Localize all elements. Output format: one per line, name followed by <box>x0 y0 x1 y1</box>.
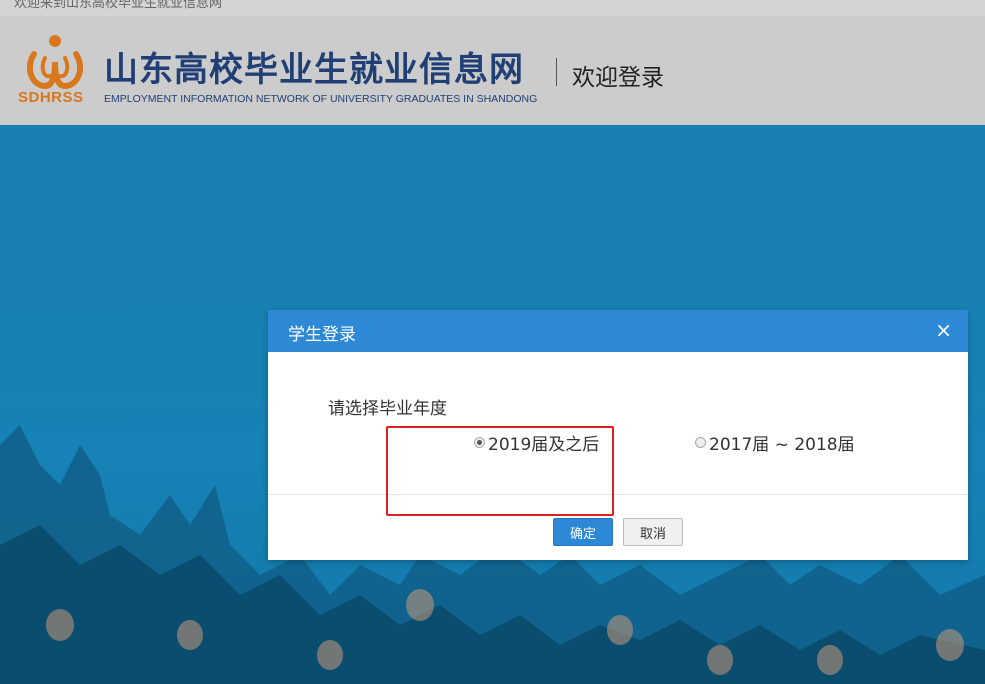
logo-text: SDHRSS <box>18 89 84 106</box>
radio-option-2017-2018[interactable]: 2017届 ~ 2018届 <box>695 430 855 455</box>
radio-unchecked-icon[interactable] <box>695 437 706 448</box>
graduation-year-prompt: 请选择毕业年度 <box>328 399 447 419</box>
student-login-dialog: 学生登录 × 请选择毕业年度 2019届及之后 2017届 ~ 2018届 确定… <box>268 310 968 560</box>
close-icon[interactable]: × <box>935 318 952 342</box>
radio-option-2019-and-later[interactable]: 2019届及之后 <box>474 430 599 455</box>
welcome-text: 欢迎登录 <box>572 65 664 91</box>
site-header: SDHRSS 山东高校毕业生就业信息网 EMPLOYMENT INFORMATI… <box>0 16 985 125</box>
confirm-button[interactable]: 确定 <box>553 518 613 546</box>
top-strip: 欢迎来到山东高校毕业生就业信息网 <box>0 0 985 16</box>
dialog-title: 学生登录 <box>288 325 356 345</box>
radio-label-2017-2018: 2017届 ~ 2018届 <box>709 435 855 455</box>
top-strip-text: 欢迎来到山东高校毕业生就业信息网 <box>14 0 223 11</box>
site-logo-icon <box>26 35 84 89</box>
dialog-footer: 确定 取消 <box>268 495 968 561</box>
cancel-button[interactable]: 取消 <box>623 518 683 546</box>
radio-label-2019-and-later: 2019届及之后 <box>488 435 600 455</box>
dialog-body: 请选择毕业年度 2019届及之后 2017届 ~ 2018届 <box>268 352 968 516</box>
radio-checked-icon[interactable] <box>474 437 485 448</box>
site-title: 山东高校毕业生就业信息网 <box>104 50 524 90</box>
dialog-header: 学生登录 × <box>268 310 968 352</box>
header-divider <box>556 58 557 86</box>
site-subtitle: EMPLOYMENT INFORMATION NETWORK OF UNIVER… <box>104 93 538 105</box>
